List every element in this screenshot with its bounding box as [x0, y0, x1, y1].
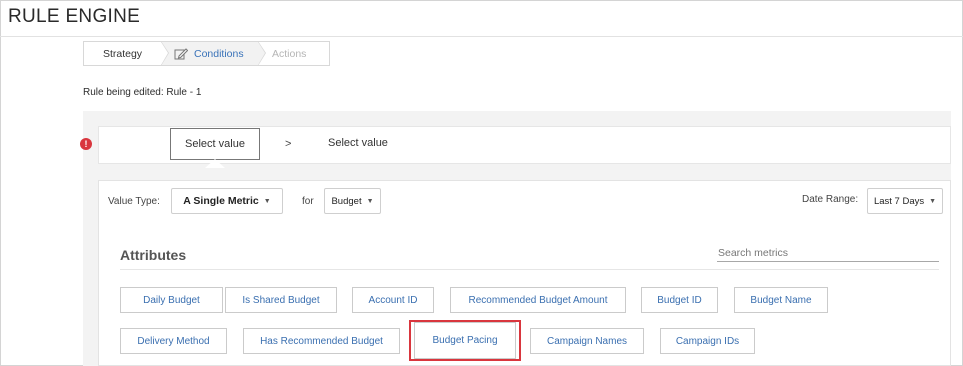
attribute-chip-budget-id[interactable]: Budget ID: [641, 287, 718, 313]
select-value-right[interactable]: Select value: [328, 137, 388, 149]
for-value: Budget: [331, 195, 362, 207]
attribute-chip-delivery-method[interactable]: Delivery Method: [120, 328, 227, 354]
attribute-chip-daily-budget[interactable]: Daily Budget: [120, 287, 223, 313]
attribute-chip-campaign-names[interactable]: Campaign Names: [530, 328, 644, 354]
select-value-left[interactable]: Select value: [170, 128, 260, 160]
value-type-dropdown[interactable]: A Single Metric ▼: [171, 188, 283, 214]
edit-icon: [174, 47, 188, 59]
caret-down-icon: ▼: [263, 197, 271, 205]
step-actions[interactable]: Actions: [258, 42, 329, 65]
header-divider: [0, 36, 963, 37]
date-range-dropdown[interactable]: Last 7 Days ▼: [867, 188, 943, 214]
selector-separator: >: [285, 138, 292, 150]
value-type-label: Value Type:: [108, 196, 160, 207]
attribute-chip-budget-pacing: Budget Pacing: [414, 322, 516, 359]
step-actions-label: Actions: [272, 47, 307, 60]
step-conditions-label: Conditions: [194, 47, 244, 60]
rule-being-edited: Rule being edited: Rule - 1: [83, 87, 202, 98]
date-range-label: Date Range:: [802, 194, 859, 205]
wizard-stepper: Strategy Conditions Actions: [83, 41, 330, 66]
attribute-chip-has-recommended-budget[interactable]: Has Recommended Budget: [243, 328, 400, 354]
search-metrics-input[interactable]: [717, 245, 939, 262]
attributes-heading: Attributes: [120, 247, 187, 263]
attribute-chip-account-id[interactable]: Account ID: [352, 287, 434, 313]
date-range-value: Last 7 Days: [873, 195, 925, 207]
value-type-value: A Single Metric: [183, 195, 259, 207]
page-title: RULE ENGINE: [8, 6, 141, 27]
caret-down-icon: ▼: [366, 197, 374, 205]
selector-pointer: [205, 159, 225, 168]
attribute-chip-recommended-budget-amount[interactable]: Recommended Budget Amount: [450, 287, 626, 313]
for-dropdown[interactable]: Budget ▼: [324, 188, 381, 214]
attribute-chip-campaign-ids[interactable]: Campaign IDs: [660, 328, 755, 354]
attributes-divider: [120, 269, 939, 270]
attribute-chip-is-shared-budget[interactable]: Is Shared Budget: [225, 287, 337, 313]
step-strategy-label: Strategy: [102, 47, 143, 60]
step-conditions[interactable]: Conditions: [162, 41, 266, 66]
for-label: for: [302, 196, 314, 207]
attribute-chip-budget-name[interactable]: Budget Name: [734, 287, 828, 313]
error-icon: !: [80, 138, 92, 150]
step-strategy[interactable]: Strategy: [84, 41, 169, 66]
caret-down-icon: ▼: [929, 197, 937, 205]
attribute-chip-budget-pacing-highlight[interactable]: Budget Pacing: [409, 320, 521, 361]
